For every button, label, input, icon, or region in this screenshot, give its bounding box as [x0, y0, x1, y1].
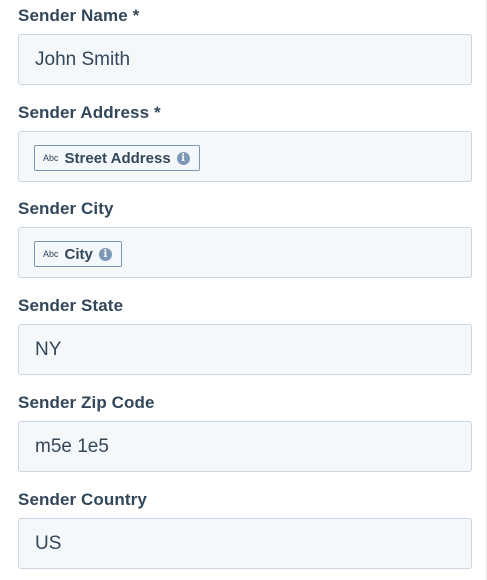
sender-zip-code-input[interactable]: m5e 1e5 [18, 421, 472, 472]
text-type-indicator: Abc [43, 249, 59, 259]
sender-zip-code-value: m5e 1e5 [35, 435, 109, 457]
sender-address-label: Sender Address * [18, 103, 161, 122]
sender-state-input[interactable]: NY [18, 324, 472, 375]
sender-address-input[interactable]: Abc Street Address i [18, 131, 472, 182]
sender-city-label: Sender City [18, 199, 114, 218]
sender-zip-code-label: Sender Zip Code [18, 393, 155, 412]
sender-country-input[interactable]: US [18, 518, 472, 569]
sender-country-label: Sender Country [18, 490, 147, 509]
sender-country-value: US [35, 532, 62, 554]
sender-state-label: Sender State [18, 296, 124, 315]
sender-name-label: Sender Name * [18, 6, 140, 25]
info-icon[interactable]: i [176, 151, 190, 165]
street-address-token[interactable]: Abc Street Address i [34, 145, 200, 171]
sender-name-value: John Smith [35, 48, 131, 70]
sender-form: Sender Name * John Smith Sender Address … [0, 0, 487, 580]
info-icon[interactable]: i [98, 247, 112, 261]
text-type-indicator: Abc [43, 153, 59, 163]
sender-city-input[interactable]: Abc City i [18, 227, 472, 278]
sender-state-value: NY [35, 338, 62, 360]
city-token[interactable]: Abc City i [34, 241, 122, 267]
street-address-token-label: Street Address [64, 149, 171, 167]
city-token-label: City [64, 245, 93, 263]
sender-name-input[interactable]: John Smith [18, 34, 472, 85]
